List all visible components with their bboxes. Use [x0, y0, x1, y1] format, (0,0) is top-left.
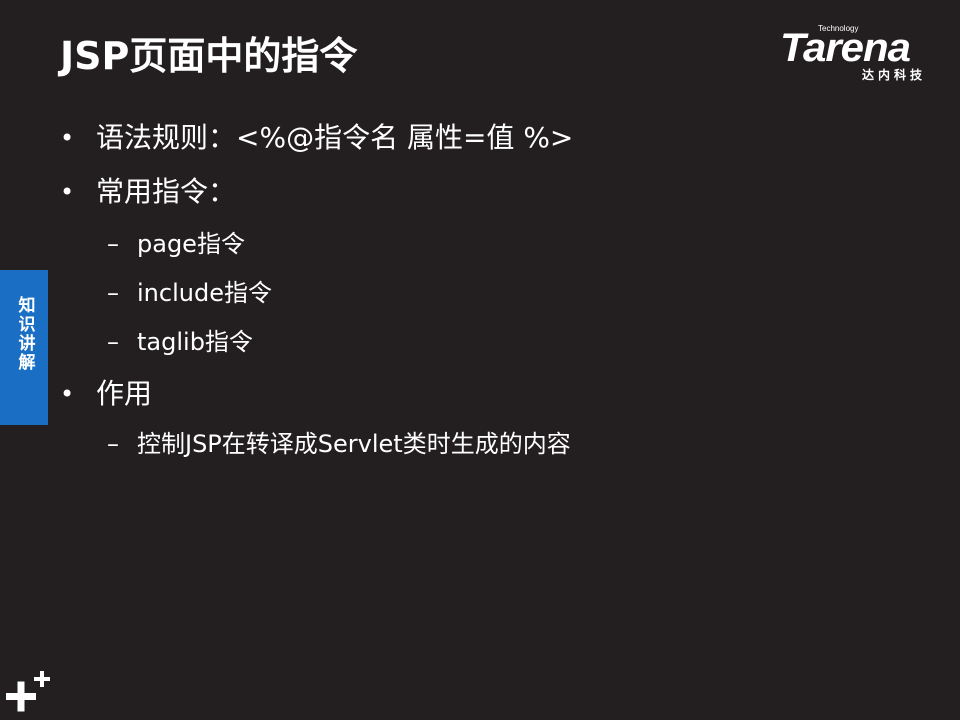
sub-marker: – [107, 279, 119, 307]
slide-title: JSP页面中的指令 [60, 34, 358, 78]
side-tab-label: 知识讲解 [14, 296, 35, 372]
sub-text: include指令 [137, 279, 272, 307]
plus-icon [6, 668, 54, 716]
logo-wordmark: Tarena [780, 26, 911, 70]
bullet-text: 作用 [96, 377, 153, 410]
logo-chinese-text: 达内科技 [862, 68, 927, 82]
sub-marker: – [107, 230, 119, 258]
sub-text: 控制JSP在转译成Servlet类时生成的内容 [137, 430, 571, 458]
bullet-text: 常用指令： [96, 175, 237, 208]
bullet-marker: • [60, 380, 75, 408]
sub-marker: – [107, 328, 119, 356]
sub-text: taglib指令 [137, 328, 253, 356]
bullet-marker: • [60, 124, 75, 152]
bullet-text: 语法规则：<%@指令名 属性=值 %> [96, 121, 574, 154]
side-tab-knowledge: 知识讲解 [0, 270, 48, 425]
sub-marker: – [107, 430, 119, 458]
bullet-marker: • [60, 178, 75, 206]
sub-text: page指令 [137, 230, 245, 258]
tarena-logo: Technology Tarena 达内科技 [780, 22, 945, 84]
